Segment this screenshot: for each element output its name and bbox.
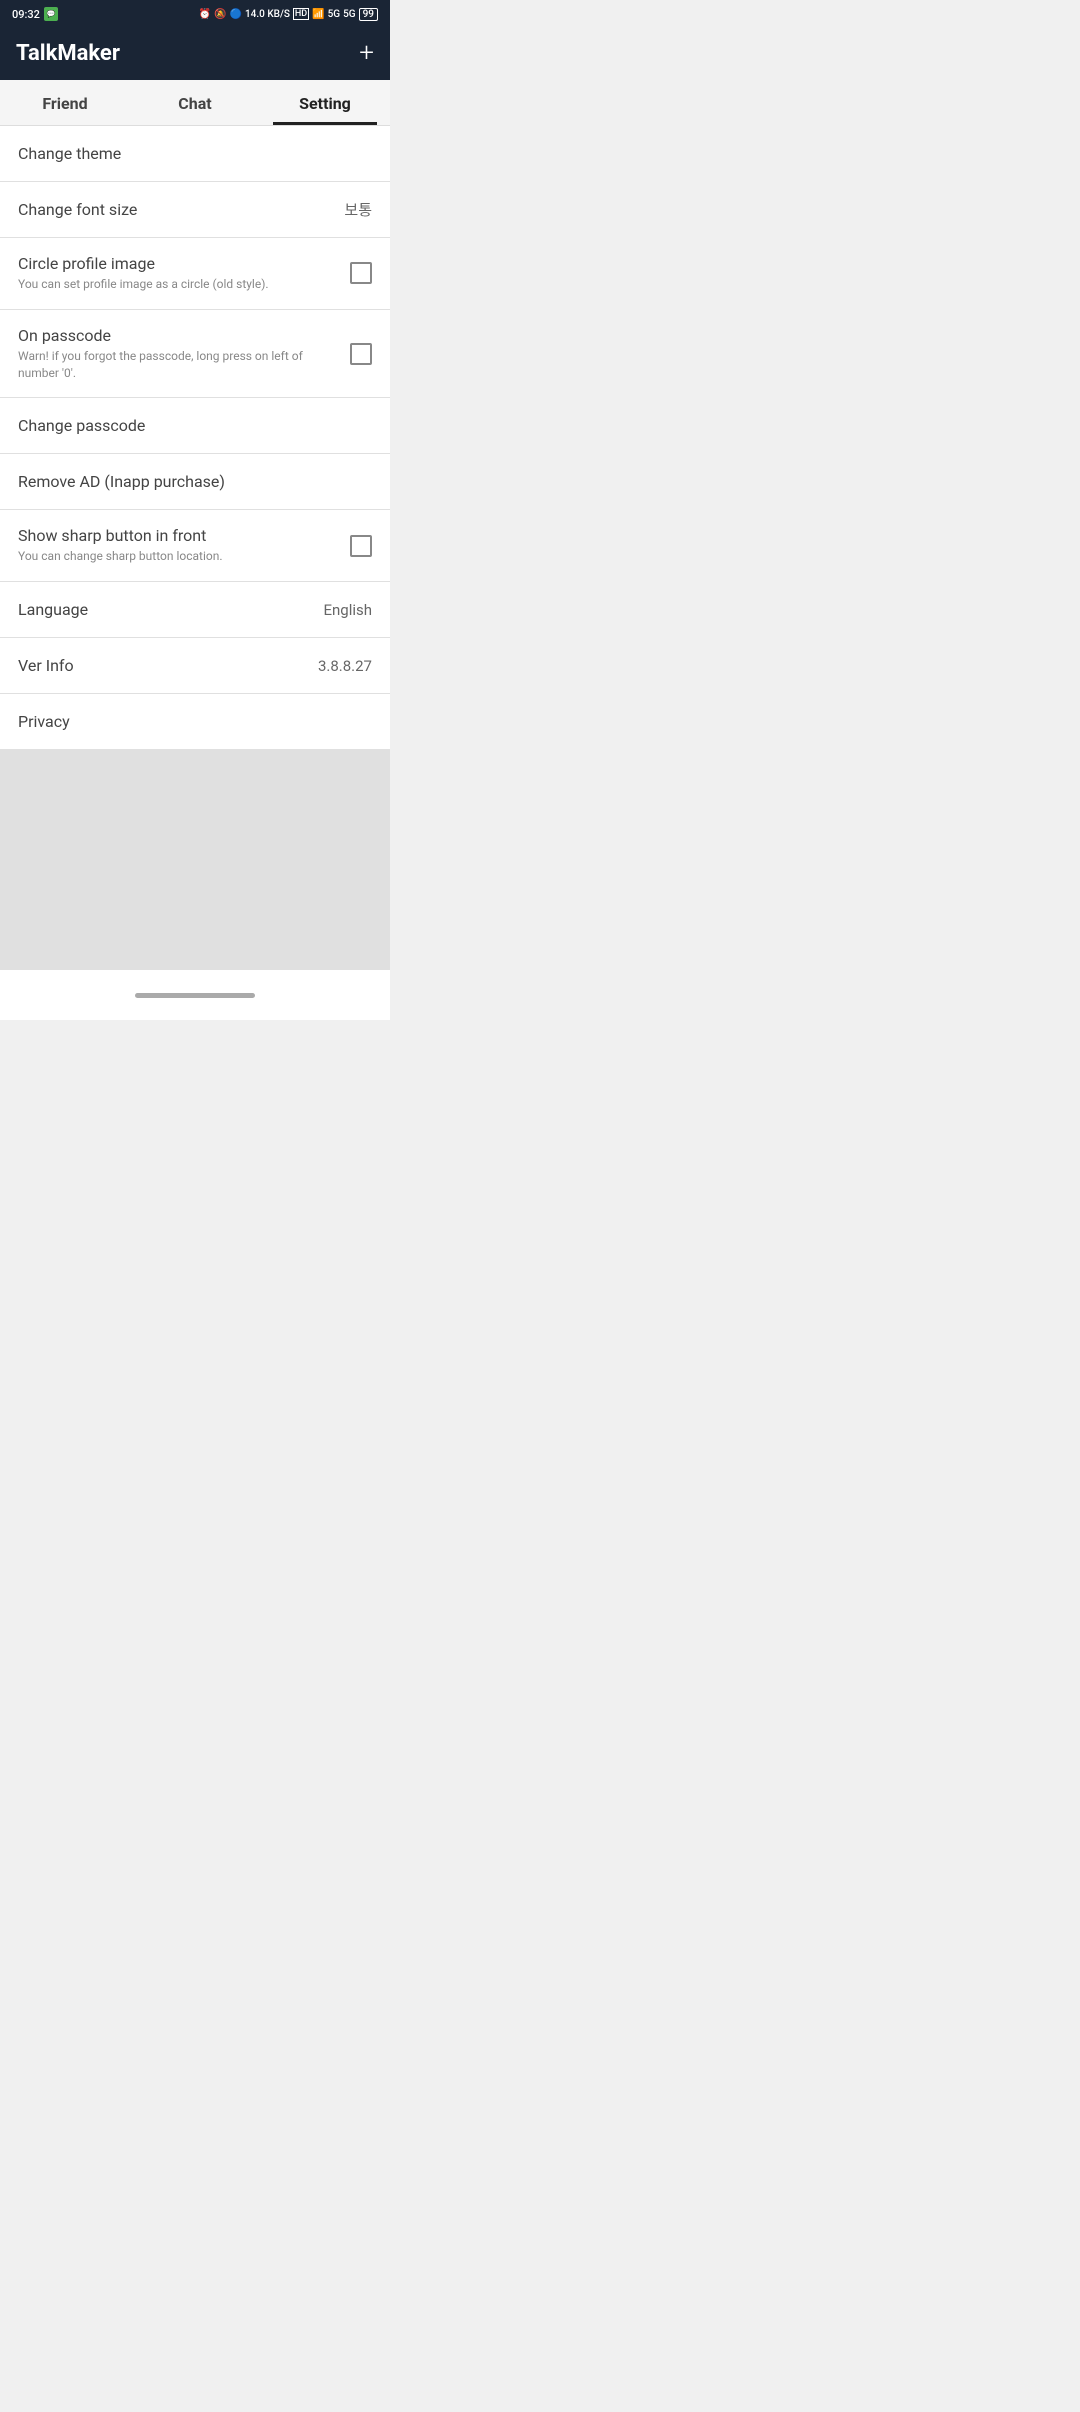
settings-item-circle-profile-image[interactable]: Circle profile image You can set profile … bbox=[0, 238, 390, 310]
settings-item-left-on-passcode: On passcode Warn! if you forgot the passc… bbox=[18, 326, 338, 382]
settings-item-show-sharp-button[interactable]: Show sharp button in front You can change… bbox=[0, 510, 390, 582]
settings-item-remove-ad[interactable]: Remove AD (Inapp purchase) bbox=[0, 454, 390, 510]
bottom-nav-area bbox=[0, 970, 390, 1020]
settings-item-title-circle-profile-image: Circle profile image bbox=[18, 254, 338, 273]
status-left: 09:32 💬 bbox=[12, 7, 58, 21]
settings-item-change-font-size[interactable]: Change font size 보통 bbox=[0, 182, 390, 238]
signal-5g-2: 5G bbox=[343, 9, 356, 20]
alarm-icon: ⏰ bbox=[199, 9, 211, 20]
settings-item-title-remove-ad: Remove AD (Inapp purchase) bbox=[18, 472, 372, 491]
settings-item-title-show-sharp-button: Show sharp button in front bbox=[18, 526, 338, 545]
settings-item-subtitle-circle-profile-image: You can set profile image as a circle (o… bbox=[18, 276, 338, 293]
status-bar: 09:32 💬 ⏰ 🔕 🔵 14.0 KB/S HD 📶 5G 5G 99 bbox=[0, 0, 390, 28]
settings-item-title-on-passcode: On passcode bbox=[18, 326, 338, 345]
settings-item-title-change-theme: Change theme bbox=[18, 144, 372, 163]
tab-bar: Friend Chat Setting bbox=[0, 80, 390, 126]
settings-checkbox-show-sharp-button[interactable] bbox=[350, 535, 372, 557]
settings-item-subtitle-show-sharp-button: You can change sharp button location. bbox=[18, 548, 338, 565]
chat-notification-icon: 💬 bbox=[44, 7, 58, 21]
settings-item-title-ver-info: Ver Info bbox=[18, 656, 306, 675]
settings-item-on-passcode[interactable]: On passcode Warn! if you forgot the passc… bbox=[0, 310, 390, 399]
settings-item-privacy[interactable]: Privacy bbox=[0, 694, 390, 750]
settings-item-value-change-font-size: 보통 bbox=[344, 199, 372, 220]
settings-item-left-language: Language bbox=[18, 600, 311, 619]
data-speed: 14.0 KB/S bbox=[245, 9, 290, 20]
settings-item-change-theme[interactable]: Change theme bbox=[0, 126, 390, 182]
settings-item-subtitle-on-passcode: Warn! if you forgot the passcode, long p… bbox=[18, 348, 338, 382]
status-right: ⏰ 🔕 🔵 14.0 KB/S HD 📶 5G 5G 99 bbox=[199, 8, 378, 21]
settings-item-value-language: English bbox=[323, 601, 372, 619]
gray-filler-area bbox=[0, 750, 390, 970]
settings-item-title-language: Language bbox=[18, 600, 311, 619]
app-header: TalkMaker + bbox=[0, 28, 390, 80]
settings-item-title-change-font-size: Change font size bbox=[18, 200, 332, 219]
settings-list: Change theme Change font size 보통 Circle pro… bbox=[0, 126, 390, 750]
settings-checkbox-on-passcode[interactable] bbox=[350, 343, 372, 365]
signal-5g-1: 5G bbox=[328, 9, 341, 20]
settings-item-left-change-passcode: Change passcode bbox=[18, 416, 372, 435]
settings-item-value-ver-info: 3.8.8.27 bbox=[318, 657, 372, 675]
settings-item-left-privacy: Privacy bbox=[18, 712, 372, 731]
bluetooth-icon: 🔵 bbox=[230, 9, 242, 20]
settings-item-left-circle-profile-image: Circle profile image You can set profile … bbox=[18, 254, 338, 293]
settings-item-left-ver-info: Ver Info bbox=[18, 656, 306, 675]
hd-icon: HD bbox=[293, 8, 309, 20]
time-display: 09:32 bbox=[12, 8, 40, 21]
wifi-icon: 📶 bbox=[312, 9, 324, 20]
settings-item-title-change-passcode: Change passcode bbox=[18, 416, 372, 435]
settings-item-left-remove-ad: Remove AD (Inapp purchase) bbox=[18, 472, 372, 491]
settings-item-title-privacy: Privacy bbox=[18, 712, 372, 731]
tab-friend[interactable]: Friend bbox=[0, 80, 130, 125]
mute-icon: 🔕 bbox=[214, 9, 226, 20]
settings-item-left-show-sharp-button: Show sharp button in front You can change… bbox=[18, 526, 338, 565]
settings-item-language[interactable]: Language English bbox=[0, 582, 390, 638]
settings-item-left-change-theme: Change theme bbox=[18, 144, 372, 163]
settings-item-left-change-font-size: Change font size bbox=[18, 200, 332, 219]
add-button[interactable]: + bbox=[359, 40, 374, 66]
settings-item-change-passcode[interactable]: Change passcode bbox=[0, 398, 390, 454]
tab-chat[interactable]: Chat bbox=[130, 80, 260, 125]
settings-checkbox-circle-profile-image[interactable] bbox=[350, 262, 372, 284]
app-title: TalkMaker bbox=[16, 41, 120, 66]
tab-setting[interactable]: Setting bbox=[260, 80, 390, 125]
battery-icon: 99 bbox=[359, 8, 378, 21]
settings-item-ver-info[interactable]: Ver Info 3.8.8.27 bbox=[0, 638, 390, 694]
home-indicator bbox=[135, 993, 255, 998]
